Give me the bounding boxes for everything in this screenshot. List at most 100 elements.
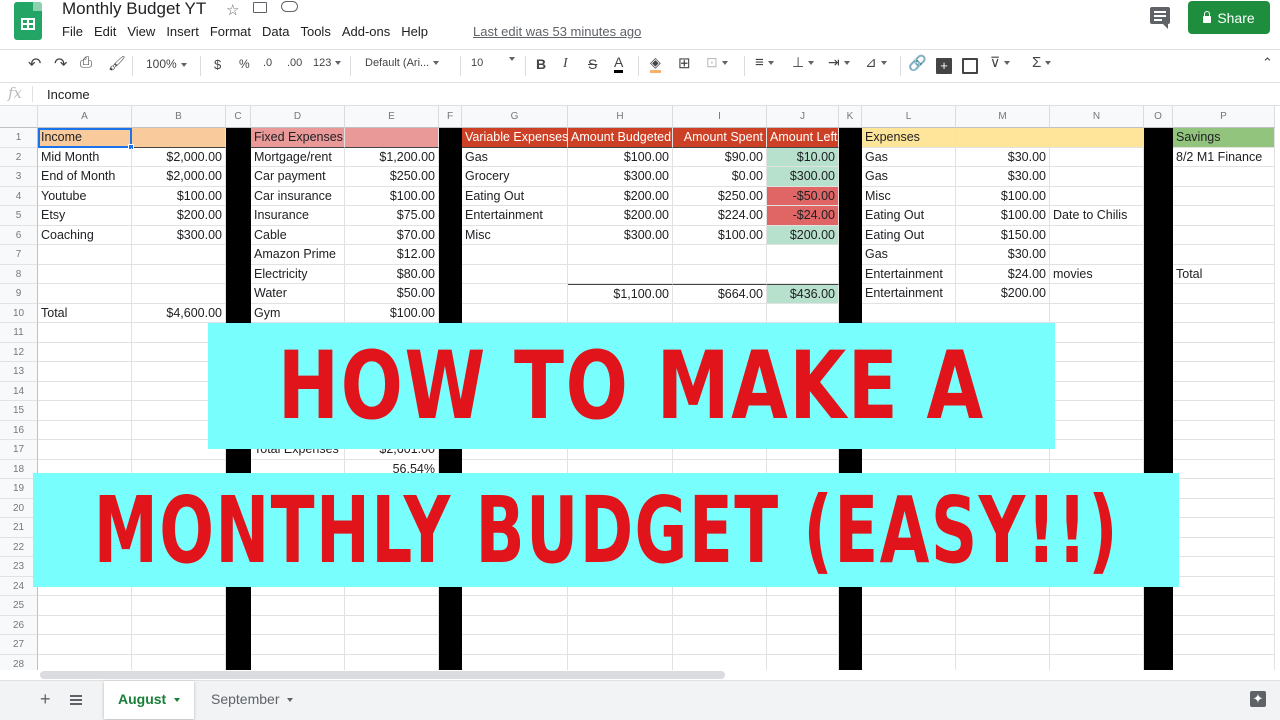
row-header-11[interactable]: 11 xyxy=(0,323,38,343)
amount-left[interactable]: $300.00 xyxy=(767,167,839,187)
column-header-e[interactable]: E xyxy=(345,106,439,128)
cell[interactable] xyxy=(1173,420,1275,440)
amount-spent[interactable]: $224.00 xyxy=(673,206,767,226)
total-spent[interactable]: $664.00 xyxy=(673,284,767,304)
row-header-9[interactable]: 9 xyxy=(0,284,38,304)
menu-edit[interactable]: Edit xyxy=(94,24,116,39)
cell[interactable] xyxy=(1173,440,1275,460)
variable-expense-label[interactable]: Gas xyxy=(462,147,568,167)
cell[interactable] xyxy=(38,362,132,382)
cell[interactable] xyxy=(1173,401,1275,421)
row-header-16[interactable]: 16 xyxy=(0,420,38,440)
amount-budgeted[interactable]: $100.00 xyxy=(568,147,673,167)
cell[interactable] xyxy=(568,303,673,323)
cell[interactable] xyxy=(862,615,956,635)
chevron-down-icon[interactable] xyxy=(287,698,294,703)
row-header-1[interactable]: 1 xyxy=(0,128,38,148)
add-sheet-icon[interactable]: + xyxy=(40,689,51,710)
cell[interactable] xyxy=(251,615,345,635)
cell[interactable] xyxy=(1173,557,1275,577)
income-label[interactable]: Youtube xyxy=(38,186,132,206)
cell[interactable] xyxy=(38,420,132,440)
expenses-header-fill[interactable] xyxy=(1050,128,1144,148)
vertical-align-icon[interactable]: ⊥ xyxy=(792,54,814,71)
column-header-d[interactable]: D xyxy=(251,106,345,128)
menu-insert[interactable]: Insert xyxy=(166,24,199,39)
cell[interactable] xyxy=(1050,362,1144,382)
fixed-expense-label[interactable]: Car insurance xyxy=(251,186,345,206)
amount-spent[interactable]: $100.00 xyxy=(673,225,767,245)
fixed-expense-amount[interactable]: $75.00 xyxy=(345,206,439,226)
cell[interactable] xyxy=(38,245,132,265)
cell[interactable] xyxy=(1173,362,1275,382)
amount-spent[interactable]: $250.00 xyxy=(673,186,767,206)
cell[interactable] xyxy=(38,342,132,362)
savings-header[interactable]: Savings xyxy=(1173,128,1275,148)
expense-amount[interactable]: $100.00 xyxy=(956,186,1050,206)
row-header-7[interactable]: 7 xyxy=(0,245,38,265)
row-header-14[interactable]: 14 xyxy=(0,381,38,401)
explore-icon[interactable]: ✦ xyxy=(1250,691,1266,707)
font-size-dropdown[interactable] xyxy=(505,57,515,61)
cell[interactable] xyxy=(767,245,839,265)
income-amount[interactable]: $2,000.00 xyxy=(132,167,226,187)
cell[interactable] xyxy=(462,284,568,304)
column-header-g[interactable]: G xyxy=(462,106,568,128)
cell[interactable] xyxy=(1050,323,1144,343)
cell[interactable] xyxy=(132,654,226,670)
cell[interactable] xyxy=(1173,206,1275,226)
cell[interactable] xyxy=(767,303,839,323)
income-header-cell[interactable]: Income xyxy=(38,128,132,148)
expense-category[interactable]: Gas xyxy=(862,147,956,167)
variable-expense-label[interactable]: Misc xyxy=(462,225,568,245)
cell[interactable] xyxy=(673,654,767,670)
merge-cells-icon[interactable]: ⊡ xyxy=(706,54,728,71)
amount-left[interactable]: -$50.00 xyxy=(767,186,839,206)
fixed-expense-amount[interactable]: $100.00 xyxy=(345,186,439,206)
amount-spent[interactable]: $90.00 xyxy=(673,147,767,167)
cell[interactable] xyxy=(1050,381,1144,401)
income-amount[interactable]: $2,000.00 xyxy=(132,147,226,167)
cell[interactable] xyxy=(251,635,345,655)
cell[interactable] xyxy=(1173,225,1275,245)
cell[interactable] xyxy=(1173,459,1275,479)
fixed-expense-amount[interactable]: $50.00 xyxy=(345,284,439,304)
savings-entry[interactable]: 8/2 M1 Finance xyxy=(1173,147,1275,167)
amount-budgeted[interactable]: $300.00 xyxy=(568,225,673,245)
expense-note[interactable] xyxy=(1050,284,1144,304)
text-color-button[interactable]: A xyxy=(614,54,624,73)
menu-format[interactable]: Format xyxy=(210,24,251,39)
cell[interactable] xyxy=(345,635,439,655)
cell[interactable] xyxy=(1050,303,1144,323)
expense-note[interactable] xyxy=(1050,186,1144,206)
cell[interactable] xyxy=(673,596,767,616)
fixed-expenses-header[interactable]: Fixed Expenses xyxy=(251,128,345,148)
total-budgeted[interactable]: $1,100.00 xyxy=(568,284,673,304)
cell[interactable] xyxy=(1173,186,1275,206)
income-header-fill[interactable] xyxy=(132,128,226,148)
cell[interactable] xyxy=(38,615,132,635)
filter-icon[interactable]: ⊽ xyxy=(990,54,1010,71)
income-total[interactable]: $4,600.00 xyxy=(132,303,226,323)
row-header-10[interactable]: 10 xyxy=(0,303,38,323)
zoom-select[interactable]: 100% xyxy=(146,57,187,71)
column-header-i[interactable]: I xyxy=(673,106,767,128)
fixed-expense-amount[interactable]: $100.00 xyxy=(345,303,439,323)
cell[interactable] xyxy=(1173,654,1275,670)
cell[interactable] xyxy=(1173,303,1275,323)
cell[interactable] xyxy=(1050,401,1144,421)
expense-category[interactable]: Entertainment xyxy=(862,264,956,284)
fixed-expense-amount[interactable]: $70.00 xyxy=(345,225,439,245)
paint-format-icon[interactable]: 🖌 xyxy=(108,55,126,72)
row-header-17[interactable]: 17 xyxy=(0,440,38,460)
expense-amount[interactable]: $150.00 xyxy=(956,225,1050,245)
variable-expense-label[interactable]: Grocery xyxy=(462,167,568,187)
cell[interactable] xyxy=(1173,479,1275,499)
savings-total-label[interactable]: Total xyxy=(1173,264,1275,284)
cell[interactable] xyxy=(251,654,345,670)
cell[interactable] xyxy=(673,245,767,265)
cell[interactable] xyxy=(1050,615,1144,635)
cell[interactable] xyxy=(568,596,673,616)
cell[interactable] xyxy=(956,303,1050,323)
income-label[interactable]: Mid Month xyxy=(38,147,132,167)
